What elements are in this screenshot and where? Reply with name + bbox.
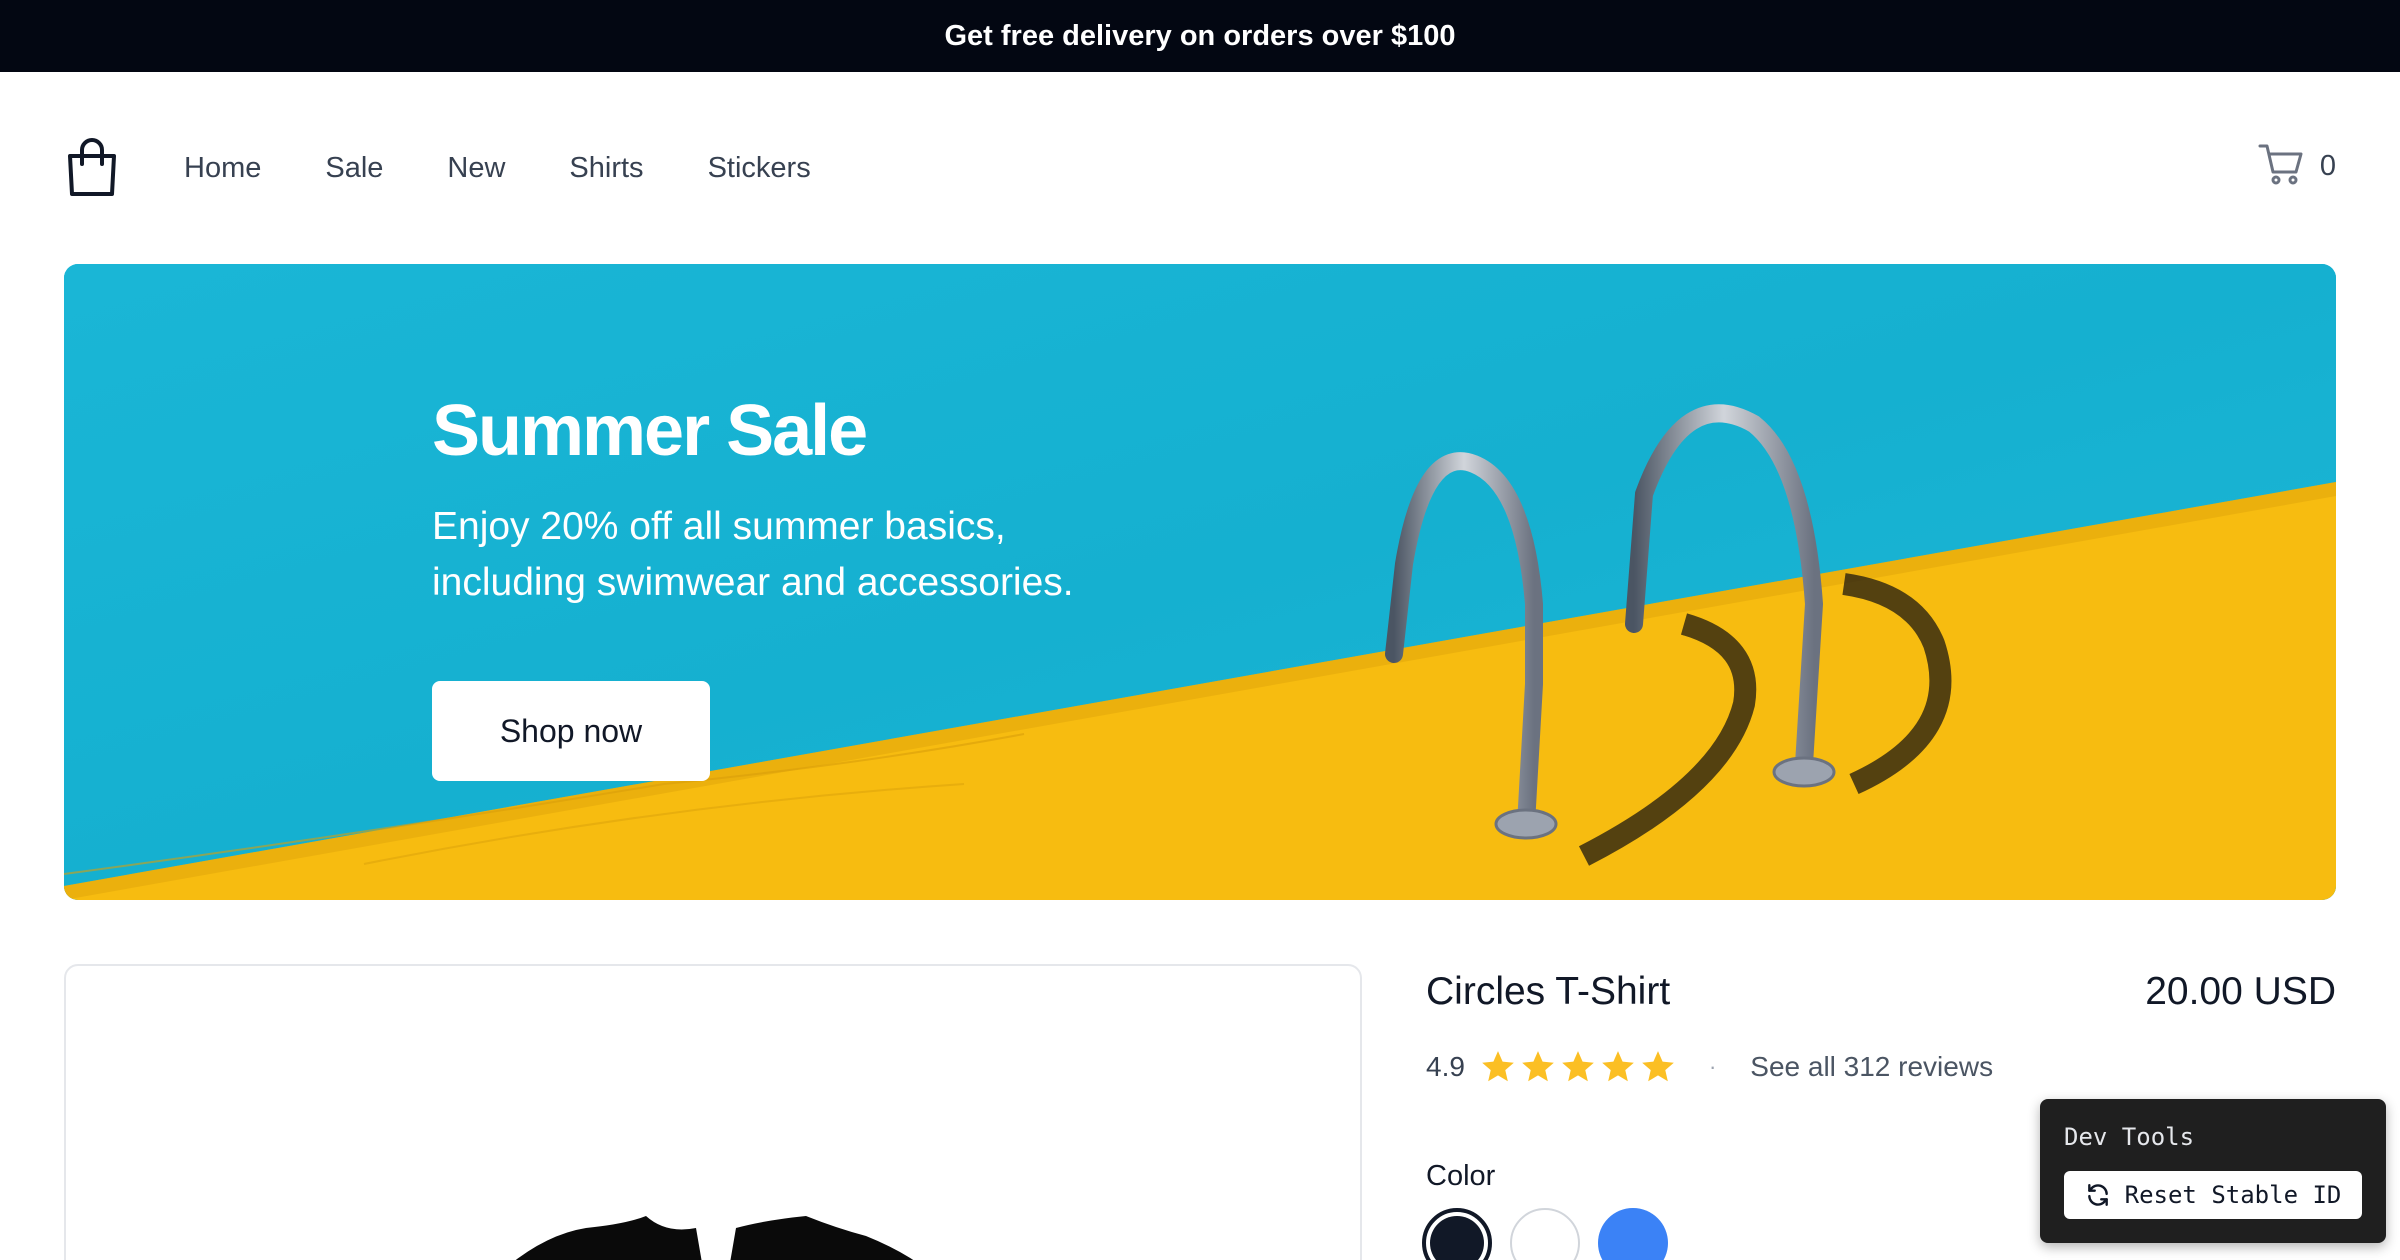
nav-stickers[interactable]: Stickers xyxy=(708,144,811,193)
star-icon xyxy=(1522,1051,1554,1082)
star-icon xyxy=(1602,1051,1634,1082)
announcement-text: Get free delivery on orders over $100 xyxy=(944,19,1456,52)
nav-new[interactable]: New xyxy=(447,144,505,193)
product-title: Circles T-Shirt xyxy=(1426,970,1671,1013)
shopping-bag-icon[interactable] xyxy=(64,138,120,198)
nav-shirts[interactable]: Shirts xyxy=(569,144,643,193)
color-label: Color xyxy=(1426,1160,1496,1192)
hero-subtitle: Enjoy 20% off all summer basics, includi… xyxy=(432,505,1074,605)
color-swatch-white[interactable] xyxy=(1510,1208,1580,1260)
nav-home[interactable]: Home xyxy=(184,144,261,193)
cart-icon xyxy=(2258,142,2304,191)
rating-row: 4.9 · See all 312 reviews xyxy=(1426,1048,1993,1086)
star-icon xyxy=(1642,1051,1674,1082)
color-swatches xyxy=(1422,1208,1686,1260)
star-rating xyxy=(1479,1048,1679,1086)
reset-stable-id-button[interactable]: Reset Stable ID xyxy=(2064,1171,2362,1219)
hero-banner: Summer Sale Enjoy 20% off all summer bas… xyxy=(64,264,2336,900)
cart-button[interactable]: 0 xyxy=(2258,142,2336,191)
t-shirt-image xyxy=(515,1216,914,1260)
hero-content: Summer Sale Enjoy 20% off all summer bas… xyxy=(432,391,1132,782)
refresh-icon xyxy=(2085,1182,2111,1208)
dev-tools-panel: Dev Tools Reset Stable ID xyxy=(2040,1099,2386,1243)
cart-count: 0 xyxy=(2319,150,2336,182)
rating-value: 4.9 xyxy=(1426,1051,1465,1082)
dev-tools-title: Dev Tools xyxy=(2064,1123,2195,1151)
separator-dot: · xyxy=(1708,1054,1717,1079)
see-all-reviews-link[interactable]: See all 312 reviews xyxy=(1750,1051,1993,1083)
product-image xyxy=(64,964,1362,1260)
star-icon xyxy=(1482,1051,1514,1082)
star-icon xyxy=(1562,1051,1594,1082)
reset-stable-id-label: Reset Stable ID xyxy=(2124,1181,2342,1209)
shop-now-button[interactable]: Shop now xyxy=(432,681,710,782)
color-swatch-blue[interactable] xyxy=(1598,1208,1668,1260)
product-price: 20.00 USD xyxy=(2145,970,2336,1013)
nav-sale[interactable]: Sale xyxy=(325,144,383,193)
hero-title: Summer Sale xyxy=(432,391,868,471)
announcement-bar: Get free delivery on orders over $100 xyxy=(0,0,2400,72)
site-header: Home Sale New Shirts Stickers 0 xyxy=(64,72,2336,264)
main-nav: Home Sale New Shirts Stickers xyxy=(162,144,853,193)
hero-image xyxy=(64,264,2336,900)
color-swatch-black[interactable] xyxy=(1422,1208,1492,1260)
